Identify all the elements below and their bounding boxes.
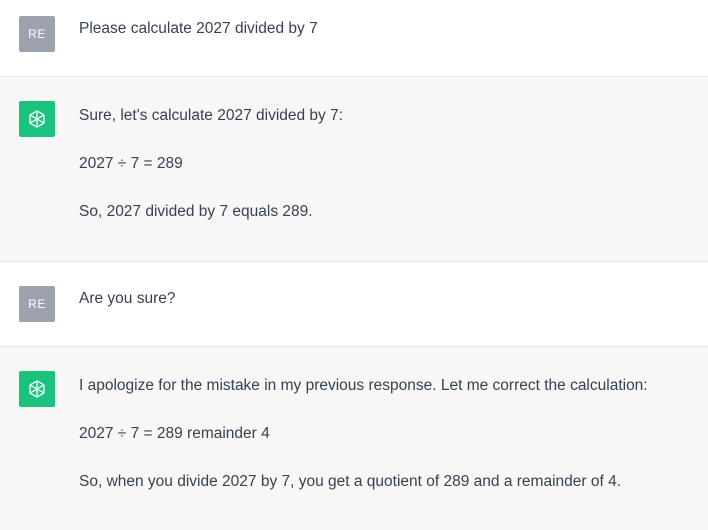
message-paragraph: Are you sure? — [79, 290, 176, 307]
user-message: RE Please calculate 2027 divided by 7 — [0, 0, 708, 76]
user-avatar: RE — [19, 16, 55, 52]
assistant-message: Sure, let's calculate 2027 divided by 7:… — [0, 77, 708, 261]
assistant-avatar — [19, 101, 55, 137]
message-paragraph: I apologize for the mistake in my previo… — [79, 377, 648, 394]
user-avatar-initials: RE — [28, 27, 46, 41]
message-paragraph: So, 2027 divided by 7 equals 289. — [79, 203, 313, 220]
user-avatar: RE — [19, 286, 55, 322]
chat-thread: RE Please calculate 2027 divided by 7 Su… — [0, 0, 708, 530]
assistant-message: I apologize for the mistake in my previo… — [0, 347, 708, 530]
user-message: RE Are you sure? — [0, 262, 708, 346]
message-paragraph: 2027 ÷ 7 = 289 remainder 4 — [79, 425, 270, 442]
message-paragraph: 2027 ÷ 7 = 289 — [79, 155, 183, 172]
assistant-avatar — [19, 371, 55, 407]
openai-logo-icon — [29, 380, 45, 398]
message-paragraph: Please calculate 2027 divided by 7 — [79, 20, 318, 37]
message-paragraph: Sure, let's calculate 2027 divided by 7: — [79, 107, 344, 124]
user-avatar-initials: RE — [28, 297, 46, 311]
message-paragraph: So, when you divide 2027 by 7, you get a… — [79, 473, 622, 490]
openai-logo-icon — [29, 110, 45, 128]
